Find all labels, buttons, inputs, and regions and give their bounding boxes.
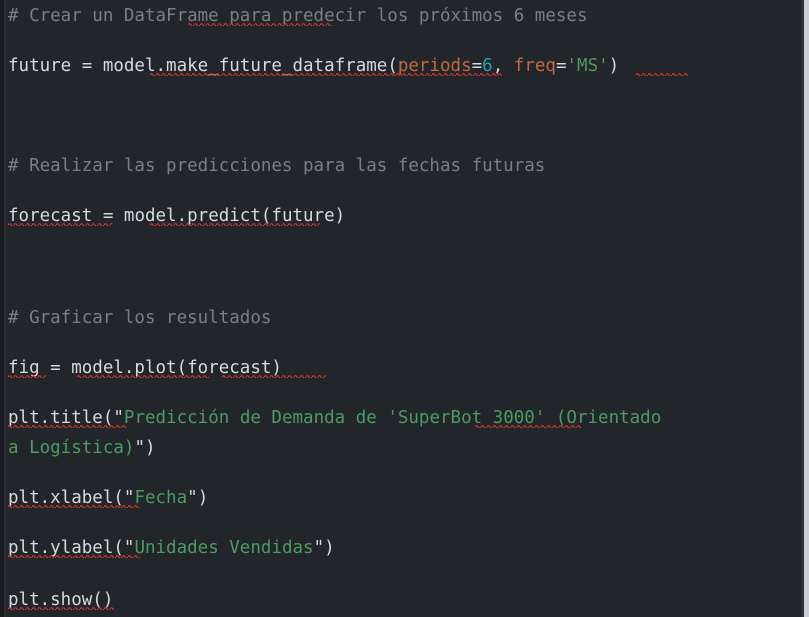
code-token-plain: = xyxy=(555,56,567,76)
spellcheck-underline xyxy=(150,222,320,226)
spellcheck-underline xyxy=(636,72,688,76)
code-token-kwarg: freq xyxy=(513,56,556,76)
code-token-string: Unidades Vendidas xyxy=(134,538,314,558)
code-token-string: a Logística) xyxy=(8,438,135,458)
spellcheck-underline xyxy=(8,606,114,610)
spellcheck-underline xyxy=(222,374,326,378)
code-token-quote: " xyxy=(187,488,198,508)
spellcheck-underline xyxy=(188,22,332,26)
vertical-scrollbar[interactable] xyxy=(804,0,809,617)
code-token-punct: ) xyxy=(608,56,620,76)
spellcheck-underline xyxy=(8,424,127,428)
code-content-area[interactable]: # Crear un DataFrame para predecir los p… xyxy=(0,0,809,617)
code-token-quote: " xyxy=(313,538,325,558)
code-token-punct: ) xyxy=(197,488,209,508)
code-line[interactable]: # Graficar los resultados xyxy=(8,307,271,329)
code-token-comment: # Realizar las predicciones para las fec… xyxy=(8,156,546,176)
code-token-punct: ) xyxy=(324,538,335,558)
code-token-comment: # Graficar los resultados xyxy=(8,308,272,328)
code-line[interactable]: # Realizar las predicciones para las fec… xyxy=(8,155,545,177)
spellcheck-underline xyxy=(8,504,140,508)
spellcheck-underline xyxy=(150,72,502,76)
code-token-string: 'MS' xyxy=(566,56,609,76)
spellcheck-underline xyxy=(475,424,581,428)
spellcheck-underline xyxy=(8,374,46,378)
code-token-punct: ) xyxy=(144,438,156,458)
left-gutter-edge xyxy=(4,0,6,617)
code-line[interactable]: a Logística)") xyxy=(8,437,156,459)
code-token-quote: " xyxy=(134,438,145,458)
spellcheck-underline xyxy=(77,374,209,378)
code-token-plain: future = xyxy=(8,56,103,76)
code-token-string: Fecha xyxy=(134,488,188,508)
spellcheck-underline xyxy=(8,222,112,226)
code-editor-pane[interactable]: # Crear un DataFrame para predecir los p… xyxy=(0,0,809,617)
spellcheck-underline xyxy=(8,554,140,558)
